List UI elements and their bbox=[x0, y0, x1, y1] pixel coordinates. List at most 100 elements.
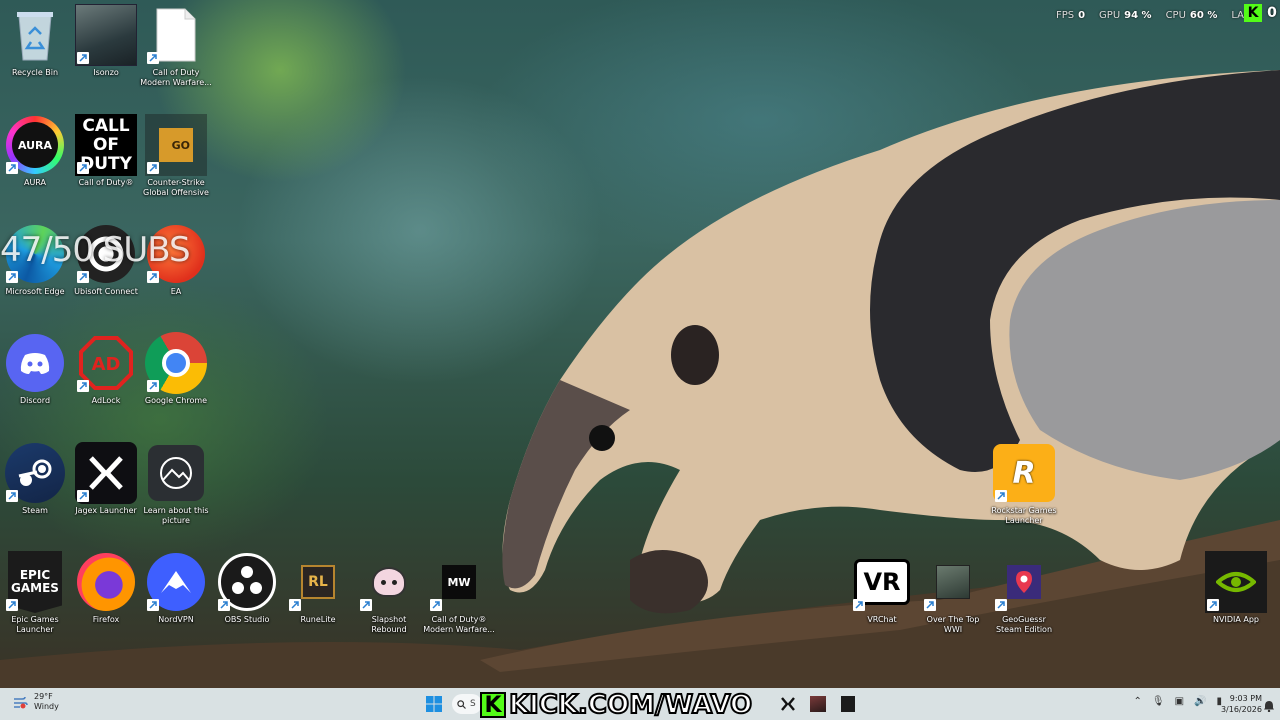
icon-label: AdLock bbox=[91, 396, 121, 405]
csgo-icon: GO bbox=[145, 114, 207, 176]
stat-cpu: CPU 60 % bbox=[1165, 10, 1218, 21]
desktop-icon-discord[interactable]: Discord bbox=[0, 332, 71, 406]
volume-icon[interactable]: 🔊 bbox=[1194, 696, 1206, 707]
geoguessr-icon bbox=[993, 551, 1055, 613]
shortcut-arrow-icon bbox=[77, 52, 89, 64]
shortcut-arrow-icon bbox=[147, 271, 159, 283]
blank-file-icon bbox=[145, 4, 207, 66]
desktop-icon-slapshot[interactable]: Slapshot Rebound bbox=[353, 551, 425, 635]
icon-label: Microsoft Edge bbox=[5, 287, 65, 296]
desktop-icon-learn-picture[interactable]: Learn about this picture bbox=[140, 442, 212, 526]
runelite-badge: RL bbox=[301, 565, 335, 599]
icon-label: Call of Duty Modern Warfare... bbox=[140, 68, 212, 87]
desktop-icon-nvidia[interactable]: NVIDIA App bbox=[1200, 551, 1272, 625]
icon-label: Firefox bbox=[92, 615, 120, 624]
icon-label: Call of Duty® Modern Warfare... bbox=[423, 615, 495, 634]
icon-label: Slapshot Rebound bbox=[371, 615, 407, 634]
stat-fps: FPS 0 bbox=[1055, 10, 1086, 21]
shortcut-arrow-icon bbox=[924, 599, 936, 611]
runelite-icon: RL bbox=[287, 551, 349, 613]
shortcut-arrow-icon bbox=[77, 271, 89, 283]
icon-label: OBS Studio bbox=[224, 615, 270, 624]
desktop-icon-steam[interactable]: Steam bbox=[0, 442, 71, 516]
kick-viewer-badge: K 0 bbox=[1244, 2, 1280, 24]
shortcut-arrow-icon bbox=[1207, 599, 1219, 611]
aura-icon: AURA bbox=[4, 114, 66, 176]
mw-icon: MW bbox=[428, 551, 490, 613]
icon-label: Rockstar Games Launcher bbox=[991, 506, 1057, 525]
icon-label: Counter-Strike Global Offensive bbox=[143, 178, 209, 197]
subs-goal-overlay: 47/50 SUBS bbox=[0, 230, 191, 270]
desktop-icon-epic-games[interactable]: EPIC GAMES Epic Games Launcher bbox=[0, 551, 71, 635]
game-thumbnail-icon bbox=[810, 696, 826, 712]
icon-label: VRChat bbox=[867, 615, 897, 624]
shortcut-arrow-icon bbox=[218, 599, 230, 611]
icon-label: RuneLite bbox=[300, 615, 336, 624]
weather-desc: Windy bbox=[34, 702, 59, 711]
taskbar-app-game[interactable] bbox=[808, 694, 828, 714]
stat-gpu: GPU 94 % bbox=[1099, 10, 1152, 21]
desktop-icon-csgo[interactable]: GO Counter-Strike Global Offensive bbox=[140, 114, 212, 198]
chevron-up-icon[interactable]: ⌃ bbox=[1133, 696, 1141, 707]
shortcut-arrow-icon bbox=[6, 490, 18, 502]
shortcut-arrow-icon bbox=[360, 599, 372, 611]
shortcut-arrow-icon bbox=[995, 490, 1007, 502]
icon-label: Ubisoft Connect bbox=[74, 287, 138, 296]
vrchat-icon: VR bbox=[851, 551, 913, 613]
notification-bell-icon[interactable] bbox=[1264, 697, 1274, 713]
weather-widget[interactable]: 29°F Windy bbox=[12, 692, 59, 712]
taskbar-app-jagex[interactable] bbox=[778, 694, 798, 714]
desktop-icon-jagex[interactable]: Jagex Launcher bbox=[70, 442, 142, 516]
desktop-icon-mw-shortcut[interactable]: MW Call of Duty® Modern Warfare... bbox=[423, 551, 495, 635]
desktop-icon-recycle-bin[interactable]: Recycle Bin bbox=[0, 4, 71, 78]
windows-logo-icon bbox=[426, 696, 442, 712]
performance-stats-overlay: FPS 0 GPU 94 % CPU 60 % LA bbox=[1056, 10, 1244, 21]
shortcut-arrow-icon bbox=[147, 380, 159, 392]
shortcut-arrow-icon bbox=[995, 599, 1007, 611]
rockstar-icon: R bbox=[993, 442, 1055, 504]
desktop-icon-runelite[interactable]: RL RuneLite bbox=[282, 551, 354, 625]
desktop-icon-isonzo[interactable]: Isonzo bbox=[70, 4, 142, 78]
desktop-icon-over-the-top[interactable]: Over The Top WWI bbox=[917, 551, 989, 635]
search-icon bbox=[457, 699, 466, 709]
stat-la: LA bbox=[1231, 10, 1244, 21]
chrome-icon bbox=[145, 332, 207, 394]
desktop-icon-rockstar[interactable]: R Rockstar Games Launcher bbox=[988, 442, 1060, 526]
learn-picture-icon bbox=[145, 442, 207, 504]
desktop-icon-vrchat[interactable]: VR VRChat bbox=[846, 551, 918, 625]
icon-label: Jagex Launcher bbox=[75, 506, 137, 515]
icon-label: Isonzo bbox=[93, 68, 119, 77]
desktop-icon-firefox[interactable]: Firefox bbox=[70, 551, 142, 625]
desktop-icon-obs[interactable]: OBS Studio bbox=[211, 551, 283, 625]
taskbar-search-box[interactable]: S bbox=[452, 694, 482, 714]
taskbar-app-epic[interactable] bbox=[838, 694, 858, 714]
desktop-icon-aura[interactable]: AURA AURA bbox=[0, 114, 71, 188]
weather-wind-icon bbox=[12, 694, 28, 710]
network-icon[interactable]: ▣ bbox=[1175, 696, 1184, 707]
shortcut-arrow-icon bbox=[6, 162, 18, 174]
desktop-icon-adlock[interactable]: AD AdLock bbox=[70, 332, 142, 406]
microphone-icon[interactable]: 🎙 bbox=[1152, 696, 1165, 707]
desktop-icon-cod-mw-file[interactable]: Call of Duty Modern Warfare... bbox=[140, 4, 212, 88]
desktop-icon-call-of-duty[interactable]: CALL OF DUTY Call of Duty® bbox=[70, 114, 142, 188]
start-button[interactable] bbox=[426, 696, 442, 712]
slapshot-icon bbox=[358, 551, 420, 613]
icon-label: Learn about this picture bbox=[143, 506, 209, 525]
taskbar-clock[interactable]: 9:03 PM 3/16/2026 bbox=[1221, 693, 1262, 715]
epic-games-icon bbox=[841, 696, 855, 712]
icon-label: Steam bbox=[22, 506, 48, 515]
over-the-top-icon bbox=[922, 551, 984, 613]
kick-viewer-count: 0 bbox=[1267, 5, 1277, 21]
icon-label: EA bbox=[170, 287, 182, 296]
system-tray: ⌃ 🎙 ▣ 🔊 ▮ bbox=[1133, 696, 1222, 707]
kick-logo-icon: K bbox=[480, 692, 506, 718]
kick-banner-text: KICK.COM/WAVO bbox=[508, 689, 753, 720]
desktop-icon-geoguessr[interactable]: GeoGuessr Steam Edition bbox=[988, 551, 1060, 635]
mw-badge: MW bbox=[442, 565, 476, 599]
nvidia-icon bbox=[1205, 551, 1267, 613]
desktop-icon-nordvpn[interactable]: NordVPN bbox=[140, 551, 212, 625]
kick-channel-banner: K KICK.COM/WAVO bbox=[480, 689, 753, 720]
desktop-icon-chrome[interactable]: Google Chrome bbox=[140, 332, 212, 406]
obs-icon bbox=[216, 551, 278, 613]
isonzo-icon bbox=[75, 4, 137, 66]
